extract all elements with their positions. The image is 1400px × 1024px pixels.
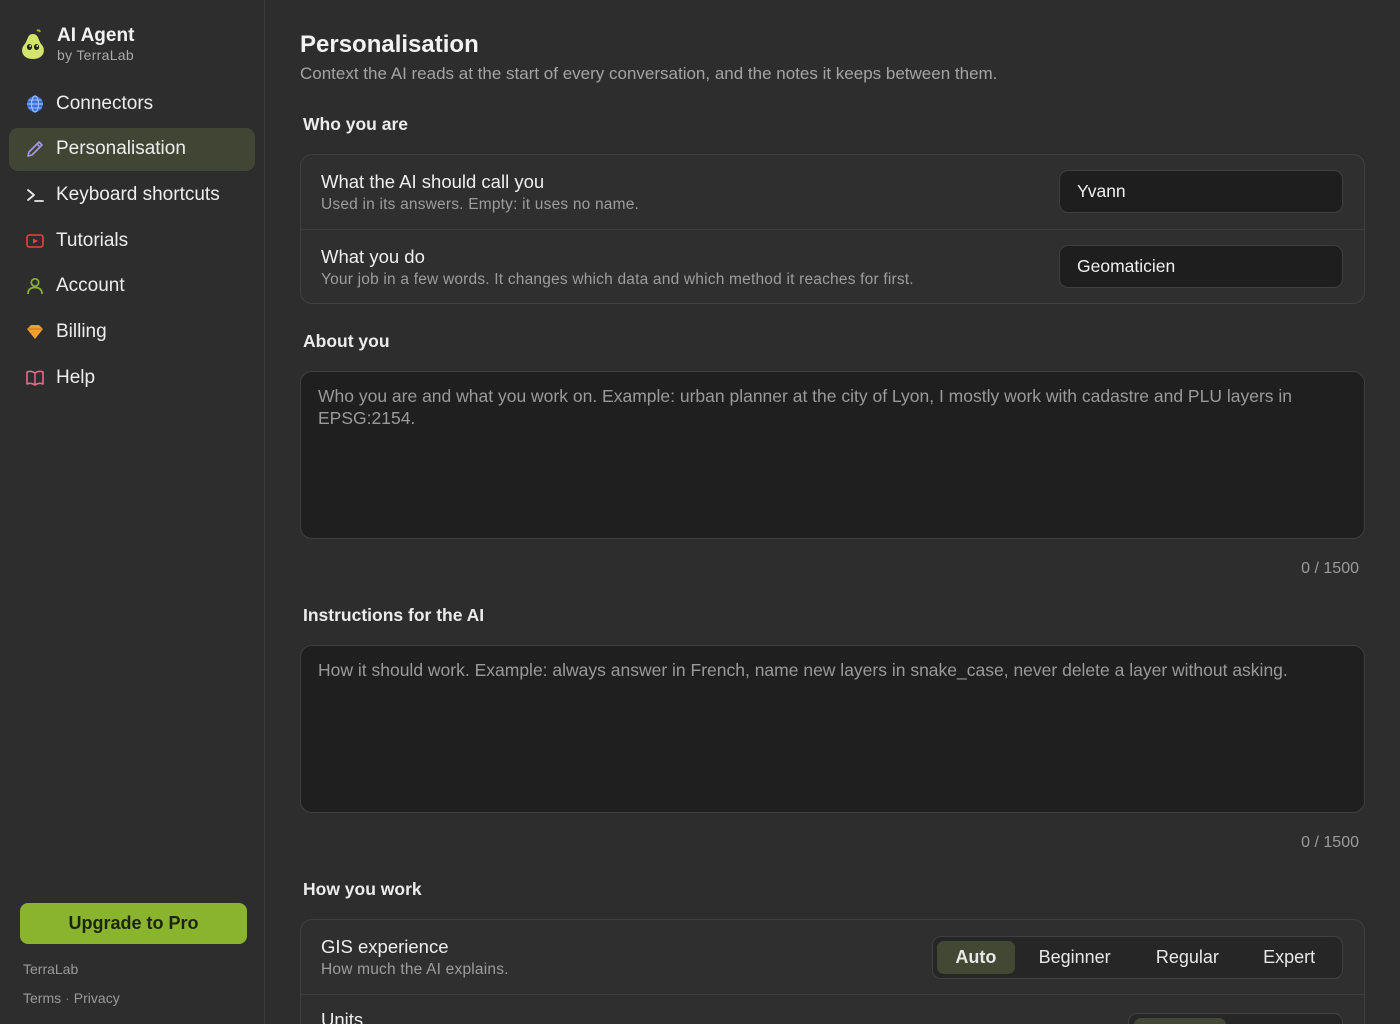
sidebar-item-connectors[interactable]: Connectors <box>9 82 255 125</box>
terms-link[interactable]: Terms <box>23 990 61 1006</box>
name-input[interactable] <box>1059 170 1343 213</box>
app-window: AI Agent by TerraLab Connectors Personal… <box>0 0 1400 1024</box>
gis-experience-description: How much the AI explains. <box>321 961 509 978</box>
sidebar-item-help[interactable]: Help <box>9 356 255 399</box>
name-description: Used in its answers. Empty: it uses no n… <box>321 196 640 213</box>
brand-title: AI Agent <box>57 25 135 46</box>
sidebar-item-keyboard-shortcuts[interactable]: Keyboard shortcuts <box>9 173 255 216</box>
gis-option-beginner[interactable]: Beginner <box>1015 941 1135 974</box>
footer-links: Terms · Privacy <box>23 990 120 1006</box>
sidebar-item-label: Billing <box>56 320 107 342</box>
sidebar-item-personalisation[interactable]: Personalisation <box>9 127 255 171</box>
globe-icon <box>25 94 45 114</box>
pear-logo-icon <box>22 29 44 59</box>
job-description: Your job in a few words. It changes whic… <box>321 271 914 288</box>
diamond-icon <box>25 322 45 342</box>
gis-experience-label: GIS experience <box>321 936 449 957</box>
privacy-link[interactable]: Privacy <box>74 990 120 1006</box>
gis-experience-row: GIS experience How much the AI explains.… <box>301 920 1364 994</box>
units-segmented-control[interactable] <box>1128 1013 1343 1024</box>
sidebar-item-label: Help <box>56 366 96 388</box>
units-row: Units <box>301 994 1364 1024</box>
footer-separator: · <box>65 990 70 1006</box>
sidebar-nav: Connectors Personalisation Keyboard shor… <box>0 70 264 399</box>
sidebar-item-billing[interactable]: Billing <box>9 310 255 353</box>
section-title-how-you-work: How you work <box>303 879 422 899</box>
job-label: What you do <box>321 246 425 267</box>
about-you-counter: 0 / 1500 <box>1301 560 1359 577</box>
about-you-textarea[interactable] <box>300 371 1365 539</box>
job-input[interactable] <box>1059 245 1343 288</box>
how-you-work-card: GIS experience How much the AI explains.… <box>300 919 1365 1024</box>
sidebar-item-label: Personalisation <box>56 138 186 160</box>
sidebar-item-label: Tutorials <box>56 229 129 251</box>
units-label: Units <box>321 1009 364 1024</box>
sidebar-item-label: Keyboard shortcuts <box>56 183 220 205</box>
gis-option-expert[interactable]: Expert <box>1240 941 1338 974</box>
sidebar-item-label: Connectors <box>56 92 154 114</box>
sidebar-item-label: Account <box>56 275 125 297</box>
play-icon <box>25 231 45 251</box>
gis-experience-segmented-control: Auto Beginner Regular Expert <box>932 936 1343 979</box>
gis-option-auto[interactable]: Auto <box>937 941 1015 974</box>
sidebar-item-account[interactable]: Account <box>9 265 255 308</box>
brand-subtitle: by TerraLab <box>57 47 134 63</box>
pencil-icon <box>25 139 45 159</box>
section-title-who-you-are: Who you are <box>303 114 409 134</box>
upgrade-to-pro-button[interactable]: Upgrade to Pro <box>20 903 247 944</box>
instructions-counter: 0 / 1500 <box>1301 834 1359 851</box>
section-title-about-you: About you <box>303 331 390 351</box>
units-selected-option[interactable] <box>1134 1018 1226 1024</box>
sidebar-item-tutorials[interactable]: Tutorials <box>9 219 255 262</box>
page-subtitle: Context the AI reads at the start of eve… <box>300 64 998 83</box>
user-icon <box>25 276 45 296</box>
name-label: What the AI should call you <box>321 171 545 192</box>
page-title: Personalisation <box>300 31 479 58</box>
instructions-textarea[interactable] <box>300 645 1365 813</box>
footer-brand: TerraLab <box>23 961 79 977</box>
book-icon <box>25 368 45 388</box>
terminal-icon <box>25 185 45 205</box>
sidebar: AI Agent by TerraLab Connectors Personal… <box>0 0 265 1024</box>
name-row: What the AI should call you Used in its … <box>301 155 1364 229</box>
job-row: What you do Your job in a few words. It … <box>301 229 1364 303</box>
section-title-instructions: Instructions for the AI <box>303 605 485 625</box>
who-you-are-card: What the AI should call you Used in its … <box>300 154 1365 304</box>
brand: AI Agent by TerraLab <box>0 0 264 70</box>
gis-option-regular[interactable]: Regular <box>1135 941 1241 974</box>
main-content: Personalisation Context the AI reads at … <box>265 0 1400 1024</box>
